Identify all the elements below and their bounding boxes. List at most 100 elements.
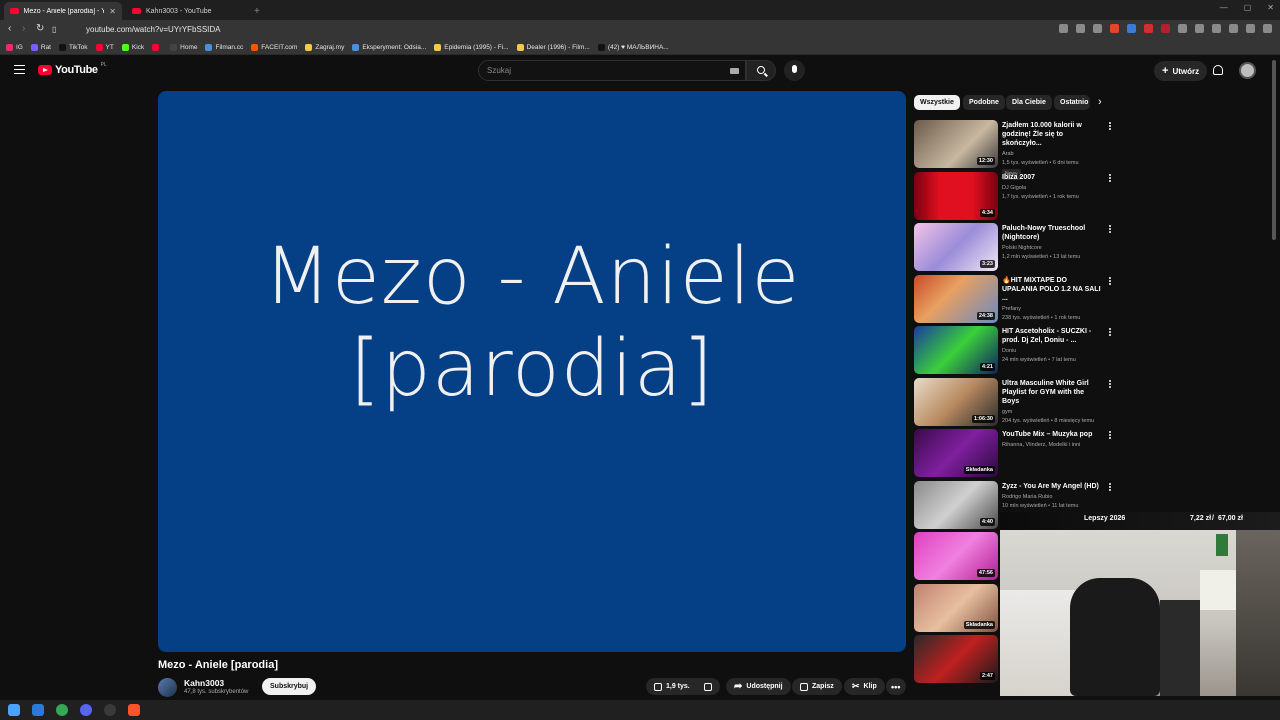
- voice-search-mic-icon[interactable]: [784, 60, 805, 81]
- recommendation-item[interactable]: 3:23 Paluch-Nowy Trueschool (Nightcore) Po…: [914, 223, 1124, 271]
- chip-related[interactable]: Podobne: [963, 95, 1005, 110]
- hamburger-menu-icon[interactable]: [14, 65, 25, 74]
- recommendation-channel[interactable]: Polski Nightcore: [1002, 244, 1102, 253]
- video-thumbnail[interactable]: Składanka: [914, 583, 998, 632]
- notifications-bell-icon[interactable]: [1213, 65, 1223, 75]
- maximize-icon[interactable]: ▢: [1244, 3, 1252, 12]
- more-vertical-icon[interactable]: [1109, 225, 1111, 227]
- bookmark-item[interactable]: FACEIT.com: [251, 43, 297, 51]
- video-thumbnail[interactable]: 4:34: [914, 171, 998, 220]
- recommendation-channel[interactable]: Rihanna, Vlinderz, Modelki i inni: [1002, 441, 1102, 450]
- forward-arrow-icon[interactable]: ›: [22, 23, 25, 34]
- share-icon[interactable]: [1076, 24, 1085, 33]
- brave-icon[interactable]: [128, 704, 140, 716]
- discord-icon[interactable]: [80, 704, 92, 716]
- url-field[interactable]: youtube.com/watch?v=UYrYFbSSIDA: [66, 23, 1086, 37]
- youtube-logo[interactable]: YouTube PL: [38, 62, 107, 76]
- video-thumbnail[interactable]: 4:21: [914, 326, 998, 374]
- chevron-right-icon[interactable]: ›: [1098, 96, 1102, 108]
- video-thumbnail[interactable]: 3:23: [914, 223, 998, 271]
- save-button[interactable]: Zapisz: [792, 678, 842, 695]
- search-button[interactable]: [746, 60, 776, 81]
- more-vertical-icon[interactable]: [1109, 122, 1111, 124]
- star-icon[interactable]: [1093, 24, 1102, 33]
- bookmark-item[interactable]: Rat: [30, 43, 51, 51]
- video-thumbnail[interactable]: 2:47: [914, 635, 998, 683]
- bookmark-item[interactable]: Eksperyment: Odsia...: [352, 43, 426, 51]
- more-vertical-icon[interactable]: [1109, 173, 1111, 176]
- reload-icon[interactable]: ↻: [36, 23, 44, 34]
- recommendation-title[interactable]: Paluch-Nowy Trueschool (Nightcore): [1002, 224, 1102, 242]
- recommendation-title[interactable]: Ibiza 2007: [1002, 173, 1102, 182]
- video-thumbnail[interactable]: 24:38: [914, 274, 998, 323]
- recommendation-channel[interactable]: Arab: [1002, 150, 1102, 159]
- create-button[interactable]: + Utwórz: [1154, 61, 1208, 81]
- account-avatar[interactable]: [1239, 62, 1256, 79]
- link-icon[interactable]: [1229, 24, 1238, 33]
- chip-all[interactable]: Wszystkie: [914, 95, 960, 110]
- bookmark-item[interactable]: Epidemia (1995) - Fi...: [434, 43, 509, 51]
- recommendation-item[interactable]: 1:06:30 Ultra Masculine White Girl Playli…: [914, 377, 1124, 426]
- bookmark-item[interactable]: TikTok: [59, 43, 88, 51]
- bookmark-item[interactable]: YT: [95, 43, 114, 51]
- more-vertical-icon[interactable]: [1109, 431, 1111, 433]
- brave-shield-icon[interactable]: [1110, 24, 1119, 33]
- recommendation-channel[interactable]: DJ Gigola: [1002, 184, 1102, 193]
- obs-icon[interactable]: [104, 704, 116, 716]
- recommendation-item[interactable]: Składanka YouTube Mix – Muzyka pop Rihanna…: [914, 429, 1124, 477]
- recommendation-title[interactable]: Ultra Masculine White Girl Playlist for …: [1002, 379, 1102, 406]
- bookmark-item[interactable]: IG: [6, 43, 23, 51]
- extension-icon[interactable]: [1161, 24, 1170, 33]
- menu-icon[interactable]: [1263, 24, 1272, 33]
- bookmark-item[interactable]: Kick: [121, 43, 144, 51]
- more-vertical-icon[interactable]: [1109, 482, 1111, 485]
- video-thumbnail[interactable]: Składanka: [914, 429, 998, 477]
- recommendation-title[interactable]: Zyzz - You Are My Angel (HD): [1002, 482, 1102, 491]
- recommendation-item[interactable]: 4:34 Ibiza 2007 DJ Gigola 1,7 tys. wyświetl…: [914, 171, 1124, 220]
- recommendation-item[interactable]: 12:30 Zjadłem 10.000 kalorii w godzinę! Ź…: [914, 120, 1124, 180]
- bookmark-item[interactable]: Zagraj.my: [305, 43, 344, 51]
- media-icon[interactable]: [1246, 24, 1255, 33]
- back-arrow-icon[interactable]: ‹: [8, 23, 11, 34]
- extension-icon[interactable]: [1127, 24, 1136, 33]
- recommendation-title[interactable]: YouTube Mix – Muzyka pop: [1002, 430, 1102, 439]
- recommendation-channel[interactable]: gym: [1002, 408, 1102, 417]
- video-thumbnail[interactable]: 4:40: [914, 480, 998, 529]
- video-player[interactable]: Mezo - Aniele [parodia]: [158, 91, 906, 652]
- close-window-icon[interactable]: ✕: [1267, 3, 1274, 12]
- more-vertical-icon[interactable]: [1109, 379, 1111, 382]
- start-windows-icon[interactable]: [8, 704, 20, 716]
- recommendation-title[interactable]: HIT Ascetoholix - SUCZKI - prod. Dj Zel,…: [1002, 327, 1102, 345]
- search-input[interactable]: Szukaj: [478, 60, 746, 81]
- more-vertical-icon[interactable]: [1109, 276, 1111, 279]
- channel-name[interactable]: Kahn3003: [184, 678, 224, 688]
- recommendation-channel[interactable]: Doniu: [1002, 347, 1102, 356]
- puzzle-icon[interactable]: [1178, 24, 1187, 33]
- recommendation-channel[interactable]: Prefany: [1002, 305, 1102, 314]
- minimize-icon[interactable]: —: [1220, 3, 1228, 12]
- like-button[interactable]: 1,9 tys.: [646, 678, 698, 695]
- keyboard-icon[interactable]: [730, 68, 739, 74]
- recommendation-item[interactable]: 4:21 HIT Ascetoholix - SUCZKI - prod. Dj …: [914, 326, 1124, 374]
- chrome-icon[interactable]: [56, 704, 68, 716]
- recommendation-title[interactable]: 🔥HIT MIXTAPE DO UPALANIA POLO 1.2 NA SAL…: [1002, 276, 1102, 303]
- page-scrollbar[interactable]: [1272, 60, 1276, 240]
- bookmark-item[interactable]: Home: [170, 43, 197, 51]
- channel-avatar[interactable]: [158, 678, 177, 697]
- new-tab-button[interactable]: +: [248, 2, 266, 20]
- dislike-button[interactable]: [696, 678, 720, 695]
- extension-icon[interactable]: [1212, 24, 1221, 33]
- bookmark-item[interactable]: (42) ♥ МАЛЬВИНА...: [597, 43, 669, 51]
- bookmark-item[interactable]: Dealer (1996) - Film...: [516, 43, 590, 51]
- browser-tab[interactable]: Kahn3003 - YouTube: [126, 2, 244, 20]
- bookmark-page-icon[interactable]: ▯: [52, 25, 56, 34]
- bookmark-item[interactable]: Filman.cc: [205, 43, 243, 51]
- more-vertical-icon[interactable]: [1109, 328, 1111, 330]
- extension-icon[interactable]: [1144, 24, 1153, 33]
- app-icon[interactable]: [32, 704, 44, 716]
- clip-button[interactable]: ✂ Klip: [844, 678, 885, 695]
- close-tab-icon[interactable]: ✕: [109, 7, 116, 16]
- browser-tab-active[interactable]: Mezo - Aniele [parodia] - Yo ✕: [4, 2, 122, 20]
- subscribe-button[interactable]: Subskrybuj: [262, 678, 317, 695]
- video-thumbnail[interactable]: 12:30: [914, 120, 998, 168]
